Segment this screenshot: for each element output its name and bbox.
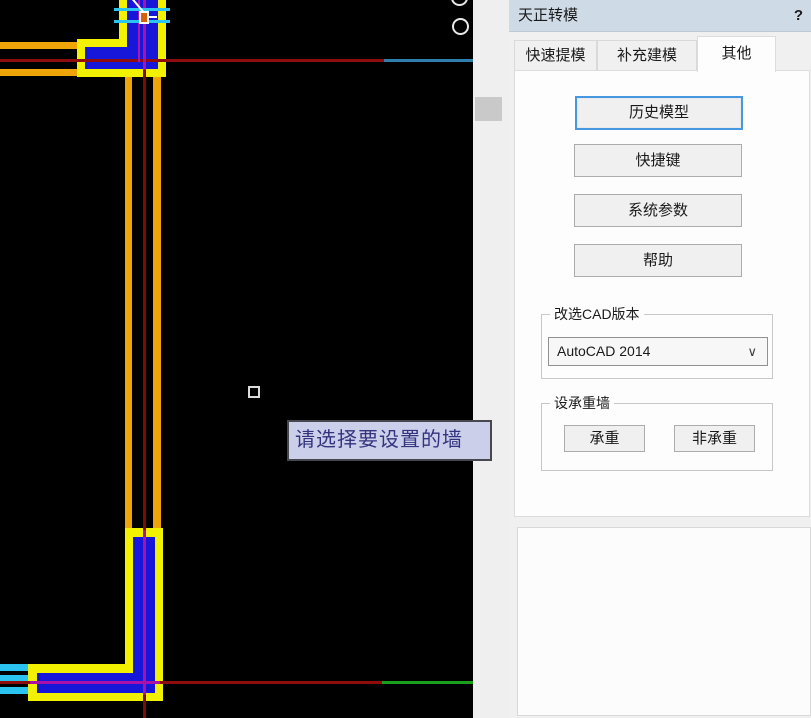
chevron-down-icon: ∨ xyxy=(747,344,757,359)
app-window: 请选择要设置的墙 天正转模 ? 快速提模 补充建模 其他 历史模型 快捷键 系统… xyxy=(0,0,811,718)
cad-canvas[interactable] xyxy=(0,0,473,718)
axis-line-horizontal-bottom-green[interactable] xyxy=(382,681,473,684)
command-tooltip: 请选择要设置的墙 xyxy=(287,420,492,461)
window-line-cyan-1[interactable] xyxy=(0,664,28,671)
scrollbar-thumb[interactable] xyxy=(475,97,502,121)
palette-title: 天正转模 xyxy=(518,7,579,24)
system-params-button[interactable]: 系统参数 xyxy=(574,194,742,227)
axis-line-horizontal-top-blue[interactable] xyxy=(384,59,473,62)
history-model-button[interactable]: 历史模型 xyxy=(575,96,743,130)
tab-page-other: 历史模型 快捷键 系统参数 帮助 改选CAD版本 AutoCAD 2014 ∨ … xyxy=(514,70,810,517)
wall-edge-gold-vertical-right[interactable] xyxy=(153,77,161,530)
cad-version-select[interactable]: AutoCAD 2014 ∨ xyxy=(548,337,768,366)
pickbox-cursor xyxy=(248,386,260,398)
tab-supplement-modeling[interactable]: 补充建模 xyxy=(597,40,697,71)
door-symbol-icon xyxy=(139,11,149,24)
axis-line-horizontal-bottom-magenta xyxy=(30,681,160,684)
bearing-wall-group: 设承重墙 承重 非承重 xyxy=(541,395,773,471)
palette-titlebar: 天正转模 ? xyxy=(509,0,811,32)
axis-line-vertical-magenta-bottom xyxy=(143,530,146,695)
hotkeys-button[interactable]: 快捷键 xyxy=(574,144,742,177)
non-bearing-button[interactable]: 非承重 xyxy=(674,425,755,452)
window-line-cyan-3[interactable] xyxy=(0,687,28,694)
bearing-button[interactable]: 承重 xyxy=(564,425,645,452)
door-symbol-tick xyxy=(149,16,157,18)
tab-other[interactable]: 其他 xyxy=(697,36,776,72)
selected-wall-top-corner-fill[interactable] xyxy=(85,47,158,69)
vertical-scrollbar[interactable] xyxy=(473,0,509,718)
wall-edge-gold-top-left-upper[interactable] xyxy=(0,42,78,49)
wall-edge-gold-vertical-left[interactable] xyxy=(125,77,132,528)
axis-line-horizontal-top-red[interactable] xyxy=(0,59,384,62)
wall-edge-gold-top-left-lower[interactable] xyxy=(0,69,78,76)
cad-version-value: AutoCAD 2014 xyxy=(557,343,651,359)
annotation-circle-clipped-icon xyxy=(451,0,468,6)
cad-version-group-label: 改选CAD版本 xyxy=(550,306,644,323)
annotation-circle-icon xyxy=(452,18,469,35)
bearing-wall-group-label: 设承重墙 xyxy=(550,395,614,412)
lower-palette-section xyxy=(517,527,811,716)
tab-quick-modeling[interactable]: 快速提模 xyxy=(514,40,597,71)
help-icon[interactable]: ? xyxy=(794,0,803,31)
cad-version-group: 改选CAD版本 AutoCAD 2014 ∨ xyxy=(541,306,773,379)
tianzheng-palette: 天正转模 ? 快速提模 补充建模 其他 历史模型 快捷键 系统参数 帮助 改选C… xyxy=(509,0,811,718)
help-button[interactable]: 帮助 xyxy=(574,244,742,277)
